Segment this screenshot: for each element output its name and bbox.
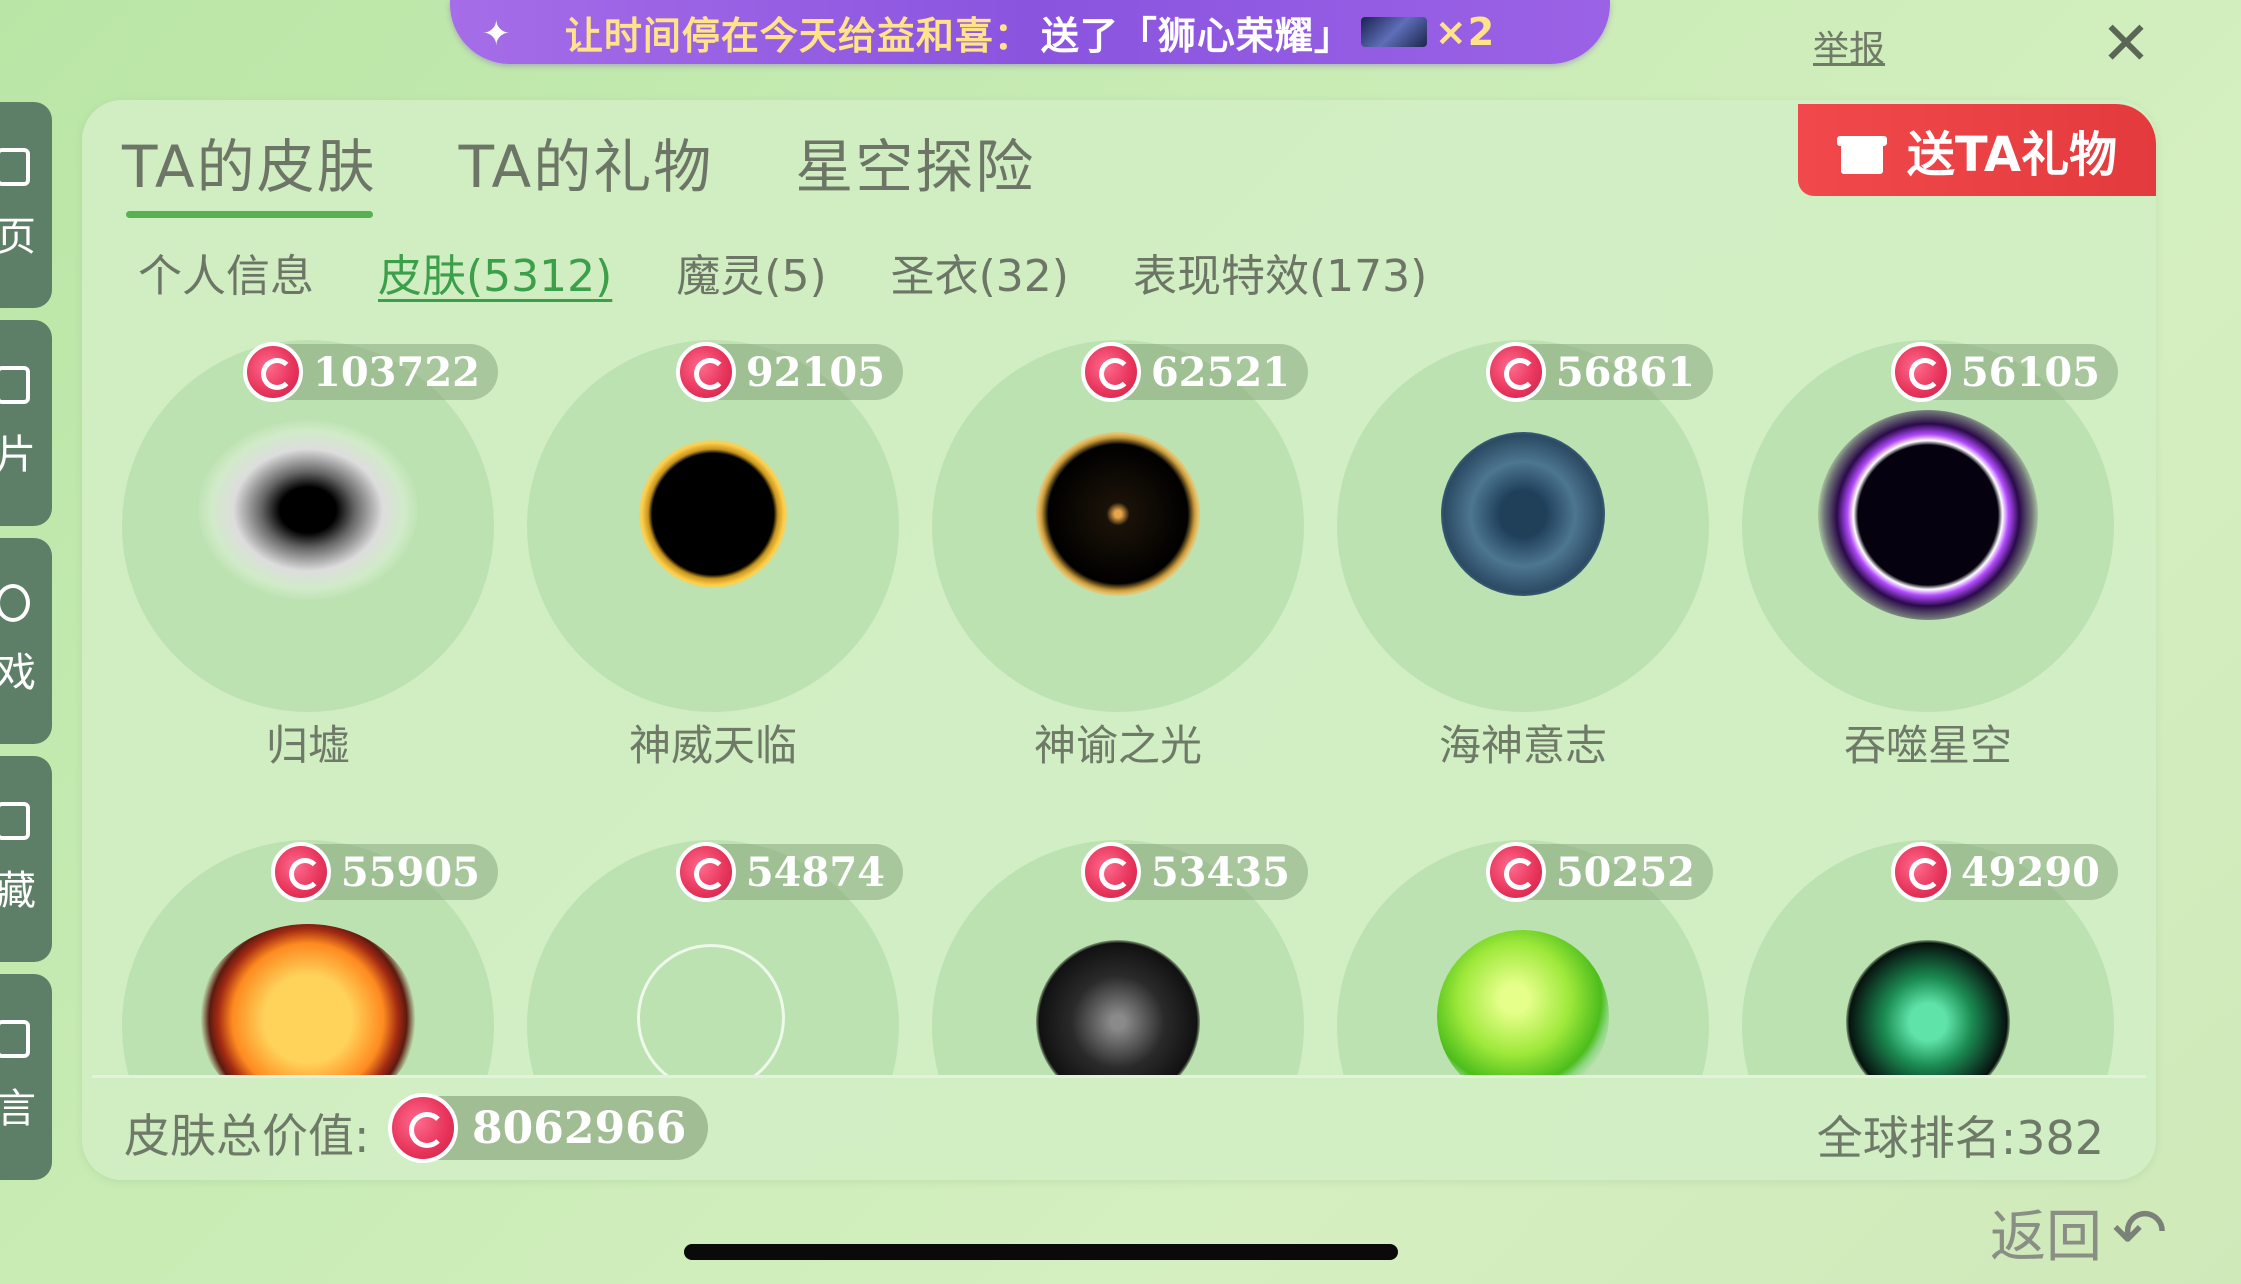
- rail-label: 言: [0, 1086, 36, 1132]
- gift-broadcast-banner: ✦ 让时间停在今天给益和喜： 送了「狮心荣耀」 ×2: [450, 0, 1610, 64]
- price-badge: 54874: [675, 842, 903, 902]
- footer-divider: [92, 1075, 2146, 1078]
- price-badge: 56105: [1890, 342, 2118, 402]
- golden-dragon-orb-icon: [639, 440, 787, 588]
- price-value: 103722: [313, 348, 480, 396]
- price-badge: 53435: [1080, 842, 1308, 902]
- rail-item-card[interactable]: 片: [0, 320, 52, 526]
- price-value: 56861: [1555, 348, 1695, 396]
- subtab-spirits[interactable]: 魔灵(5): [676, 240, 826, 304]
- coin-icon: [1080, 342, 1141, 402]
- banner-count: ×2: [1434, 10, 1496, 54]
- profile-panel: TA的皮肤 TA的礼物 星空探险 送TA礼物 个人信息 皮肤(5312) 魔灵(…: [82, 100, 2156, 1180]
- price-badge: 50252: [1485, 842, 1713, 902]
- send-gift-button[interactable]: 送TA礼物: [1798, 104, 2156, 196]
- price-badge: 56861: [1485, 342, 1713, 402]
- skin-name: 吞噬星空: [1843, 721, 2012, 770]
- skin-card[interactable]: 53435: [932, 840, 1308, 1075]
- ocean-vortex-orb-icon: [1441, 432, 1605, 596]
- star-icon: [0, 802, 30, 840]
- banner-action: 送了「狮心荣耀」: [1040, 13, 1353, 58]
- rail-item-collection[interactable]: 藏: [0, 756, 52, 962]
- skin-card[interactable]: 56105 吞噬星空: [1742, 340, 2118, 770]
- home-indicator[interactable]: [684, 1244, 1398, 1260]
- price-value: 92105: [745, 348, 885, 396]
- rail-label: 片: [0, 432, 36, 478]
- price-badge: 62521: [1080, 342, 1308, 402]
- game-icon: [0, 584, 30, 622]
- skin-card[interactable]: 62521 神谕之光: [932, 340, 1308, 770]
- price-badge: 103722: [243, 342, 498, 402]
- price-value: 54874: [745, 848, 885, 896]
- gift-icon: [1836, 126, 1887, 174]
- tab-star-adventure[interactable]: 星空探险: [795, 120, 1035, 204]
- gift-thumbnail: [1360, 17, 1427, 47]
- close-icon[interactable]: ✕: [2098, 14, 2154, 74]
- send-gift-label: 送TA礼物: [1906, 127, 2118, 183]
- subtab-effects[interactable]: 表现特效(173): [1133, 240, 1427, 304]
- rail-item-home[interactable]: 页: [0, 102, 52, 308]
- skin-card[interactable]: 54874: [527, 840, 903, 1075]
- total-value: 8062966: [472, 1102, 687, 1154]
- coin-icon: [388, 1093, 458, 1163]
- message-icon: [0, 1020, 30, 1058]
- coin-icon: [1080, 842, 1141, 902]
- price-value: 55905: [340, 848, 480, 896]
- skin-grid: 103722 归墟 92105 神威天临 62521 神谕之光 56861 海神…: [122, 340, 2152, 1075]
- price-value: 49290: [1960, 848, 2100, 896]
- coin-icon: [243, 342, 303, 402]
- rail-label: 藏: [0, 868, 36, 914]
- coin-icon: [1485, 342, 1546, 402]
- coin-icon: [1890, 342, 1951, 402]
- skin-name: 神谕之光: [1033, 721, 1202, 770]
- devouring-stars-orb-icon: [1818, 410, 2038, 620]
- coin-icon: [675, 342, 736, 402]
- card-icon: [0, 366, 30, 404]
- tab-skins[interactable]: TA的皮肤: [122, 120, 377, 218]
- subtab-profile[interactable]: 个人信息: [138, 240, 314, 304]
- global-rank: 全球排名:382: [1816, 1111, 2104, 1165]
- subtab-armor[interactable]: 圣衣(32): [891, 240, 1069, 304]
- back-label: 返回: [1990, 1205, 2102, 1270]
- skin-card[interactable]: 103722 归墟: [122, 340, 498, 770]
- subtab-skins[interactable]: 皮肤(5312): [378, 240, 612, 304]
- divine-light-orb-icon: [1036, 432, 1200, 596]
- skin-name: 海神意志: [1438, 721, 1607, 770]
- coin-icon: [1890, 842, 1951, 902]
- sub-tabs: 个人信息 皮肤(5312) 魔灵(5) 圣衣(32) 表现特效(173): [138, 240, 1427, 304]
- rail-item-game[interactable]: 戏: [0, 538, 52, 744]
- price-value: 53435: [1150, 848, 1290, 896]
- main-tabs: TA的皮肤 TA的礼物 星空探险: [122, 120, 1035, 218]
- skin-name: 神威天临: [628, 721, 797, 770]
- rail-item-message[interactable]: 言: [0, 974, 52, 1180]
- skin-name: 归墟: [265, 721, 350, 770]
- report-link[interactable]: 举报: [1813, 20, 1885, 72]
- price-value: 62521: [1150, 348, 1290, 396]
- price-badge: 49290: [1890, 842, 2118, 902]
- price-badge: 55905: [270, 842, 498, 902]
- back-button[interactable]: 返回 ↶: [1990, 1192, 2167, 1273]
- coin-icon: [675, 842, 736, 902]
- skin-card[interactable]: 49290: [1742, 840, 2118, 1075]
- rail-label: 页: [0, 214, 36, 260]
- skin-card[interactable]: 50252: [1337, 840, 1713, 1075]
- total-value-label: 皮肤总价值:: [124, 1109, 370, 1163]
- banner-message: 让时间停在今天给益和喜：: [564, 13, 1033, 58]
- skin-card[interactable]: 56861 海神意志: [1337, 340, 1713, 770]
- price-badge: 92105: [675, 342, 903, 402]
- black-hole-icon: [198, 420, 418, 600]
- total-value-badge: 8062966: [388, 1093, 709, 1163]
- skin-card[interactable]: 92105 神威天临: [527, 340, 903, 770]
- price-value: 56105: [1960, 348, 2100, 396]
- return-arrow-icon: ↶: [2112, 1194, 2168, 1271]
- tab-gifts[interactable]: TA的礼物: [459, 120, 714, 204]
- coin-icon: [270, 842, 331, 902]
- skin-card[interactable]: 55905: [122, 840, 498, 1075]
- rail-label: 戏: [0, 650, 36, 696]
- price-value: 50252: [1555, 848, 1695, 896]
- coin-icon: [1485, 842, 1546, 902]
- sparkle-icon: ✦: [482, 14, 512, 54]
- home-icon: [0, 148, 30, 186]
